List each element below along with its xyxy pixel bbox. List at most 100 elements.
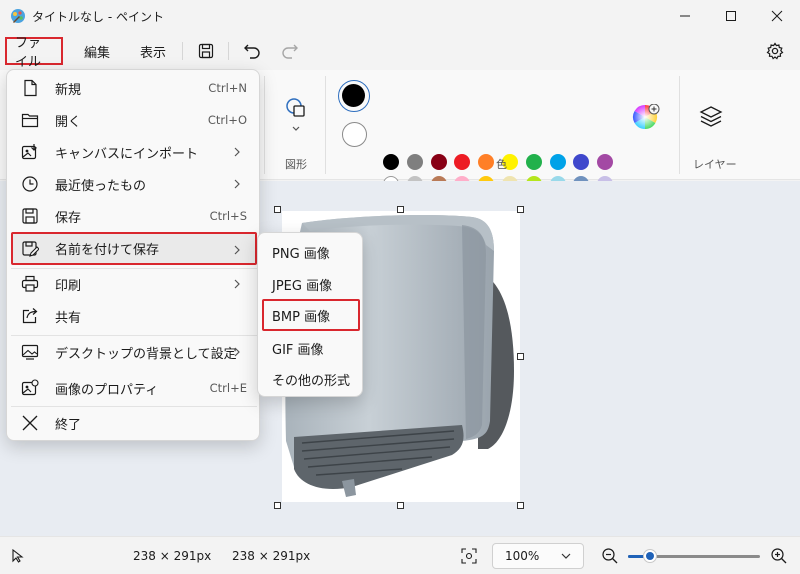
color-swatch[interactable] (383, 154, 399, 170)
color-swatch[interactable] (597, 154, 614, 170)
zoom-select[interactable]: 100% (492, 543, 584, 569)
menu-item-label: 新規 (55, 82, 82, 98)
zoom-slider-thumb[interactable] (643, 549, 658, 563)
ribbon-divider (325, 76, 326, 174)
chevron-right-icon (234, 347, 240, 357)
primary-color-button[interactable] (338, 80, 370, 112)
menu-item-print[interactable]: 印刷 (11, 268, 257, 300)
chevron-down-icon (561, 553, 571, 559)
minimize-icon (680, 15, 690, 17)
submenu-item-gif[interactable]: GIF 画像 (262, 333, 360, 363)
fit-to-window-button[interactable] (461, 548, 477, 564)
image-properties-icon (21, 379, 39, 396)
colors-group-label: 色 (496, 158, 507, 171)
submenu-item-jpeg[interactable]: JPEG 画像 (262, 269, 360, 299)
menu-divider (182, 42, 183, 60)
maximize-icon (726, 11, 736, 21)
close-button[interactable] (754, 0, 800, 32)
menu-item-label: 開く (55, 114, 82, 130)
chevron-right-icon (234, 147, 240, 157)
zoom-in-icon (771, 548, 787, 564)
resize-handle[interactable] (397, 206, 404, 213)
menu-item-recent[interactable]: 最近使ったもの (11, 168, 257, 200)
import-image-icon (21, 144, 37, 160)
menu-item-save[interactable]: 保存 Ctrl+S (11, 200, 257, 232)
color-wheel-icon (632, 103, 660, 129)
layers-button[interactable] (698, 104, 724, 130)
submenu-item-bmp[interactable]: BMP 画像 (262, 299, 360, 331)
shapes-group-label: 図形 (285, 158, 307, 171)
menu-item-shortcut: Ctrl+S (209, 209, 247, 223)
zoom-slider[interactable] (628, 549, 760, 563)
color-swatch[interactable] (573, 154, 590, 170)
redo-button[interactable] (278, 39, 302, 63)
ribbon-divider (679, 76, 680, 174)
menu-item-set-as-desktop-background[interactable]: デスクトップの背景として設定 (11, 336, 257, 368)
save-as-icon (22, 241, 39, 257)
resize-handle[interactable] (274, 502, 281, 509)
gear-icon (766, 42, 784, 60)
submenu-item-png[interactable]: PNG 画像 (262, 237, 360, 267)
desktop-background-icon (21, 344, 39, 360)
close-icon (771, 10, 783, 22)
shapes-button[interactable] (282, 96, 310, 136)
menu-item-import-to-canvas[interactable]: キャンバスにインポート (11, 136, 257, 168)
menu-item-shortcut: Ctrl+N (208, 81, 247, 95)
view-menu-button[interactable]: 表示 (132, 37, 174, 65)
resize-handle[interactable] (517, 502, 524, 509)
menu-item-label: 共有 (55, 310, 82, 326)
menu-item-open[interactable]: 開く Ctrl+O (11, 104, 257, 136)
menu-item-label: 名前を付けて保存 (55, 243, 160, 258)
fit-view-icon (461, 548, 477, 564)
color-swatch[interactable] (549, 154, 566, 170)
menu-item-share[interactable]: 共有 (11, 300, 257, 332)
file-menu-button[interactable]: ファイル (5, 36, 63, 70)
undo-button[interactable] (240, 39, 264, 63)
menu-item-image-properties[interactable]: 画像のプロパティ Ctrl+E (11, 372, 257, 404)
submenu-item-other-formats[interactable]: その他の形式 (262, 364, 360, 394)
paint-app-icon (11, 9, 25, 23)
share-icon (22, 308, 38, 324)
save-as-submenu: PNG 画像 JPEG 画像 BMP 画像 GIF 画像 その他の形式 (257, 232, 363, 397)
edit-colors-button[interactable] (632, 103, 660, 132)
color-swatch[interactable] (406, 154, 423, 170)
menu-item-label: キャンバスにインポート (55, 146, 199, 162)
undo-icon (244, 44, 260, 59)
redo-icon (282, 44, 298, 59)
menu-item-label: 最近使ったもの (55, 178, 147, 194)
status-bar: 238 × 291px 238 × 291px 100% (0, 536, 800, 574)
menu-item-shortcut: Ctrl+O (207, 113, 247, 127)
edit-menu-button[interactable]: 編集 (76, 37, 118, 65)
menu-item-label: 印刷 (55, 278, 82, 294)
folder-icon (21, 113, 39, 128)
menu-item-new[interactable]: 新規 Ctrl+N (11, 72, 257, 104)
color-swatch[interactable] (430, 154, 447, 170)
save-button[interactable] (194, 39, 218, 63)
resize-handle[interactable] (397, 502, 404, 509)
layers-icon (699, 106, 723, 127)
menu-item-exit[interactable]: 終了 (11, 407, 257, 439)
title-bar: タイトルなし - ペイント (0, 0, 800, 32)
primary-color-swatch (342, 84, 365, 107)
resize-handle[interactable] (517, 206, 524, 213)
menu-item-label: 保存 (55, 210, 82, 226)
color-swatch[interactable] (525, 154, 542, 170)
zoom-in-button[interactable] (770, 547, 788, 565)
settings-button[interactable] (763, 39, 787, 63)
maximize-button[interactable] (708, 0, 754, 32)
resize-handle[interactable] (274, 206, 281, 213)
color-swatch[interactable] (478, 154, 495, 170)
menu-item-save-as[interactable]: 名前を付けて保存 (11, 232, 257, 265)
menu-item-label: 終了 (55, 417, 82, 433)
resize-handle[interactable] (517, 353, 524, 360)
chevron-right-icon (234, 179, 240, 189)
secondary-color-button[interactable] (342, 122, 367, 147)
menu-bar: ファイル 編集 表示 (0, 32, 800, 70)
cursor-icon (12, 549, 24, 563)
menu-item-label: デスクトップの背景として設定 (55, 346, 237, 362)
color-swatch[interactable] (454, 154, 471, 170)
zoom-out-icon (602, 548, 618, 564)
save-icon (22, 208, 38, 224)
minimize-button[interactable] (662, 0, 708, 32)
zoom-out-button[interactable] (601, 547, 619, 565)
